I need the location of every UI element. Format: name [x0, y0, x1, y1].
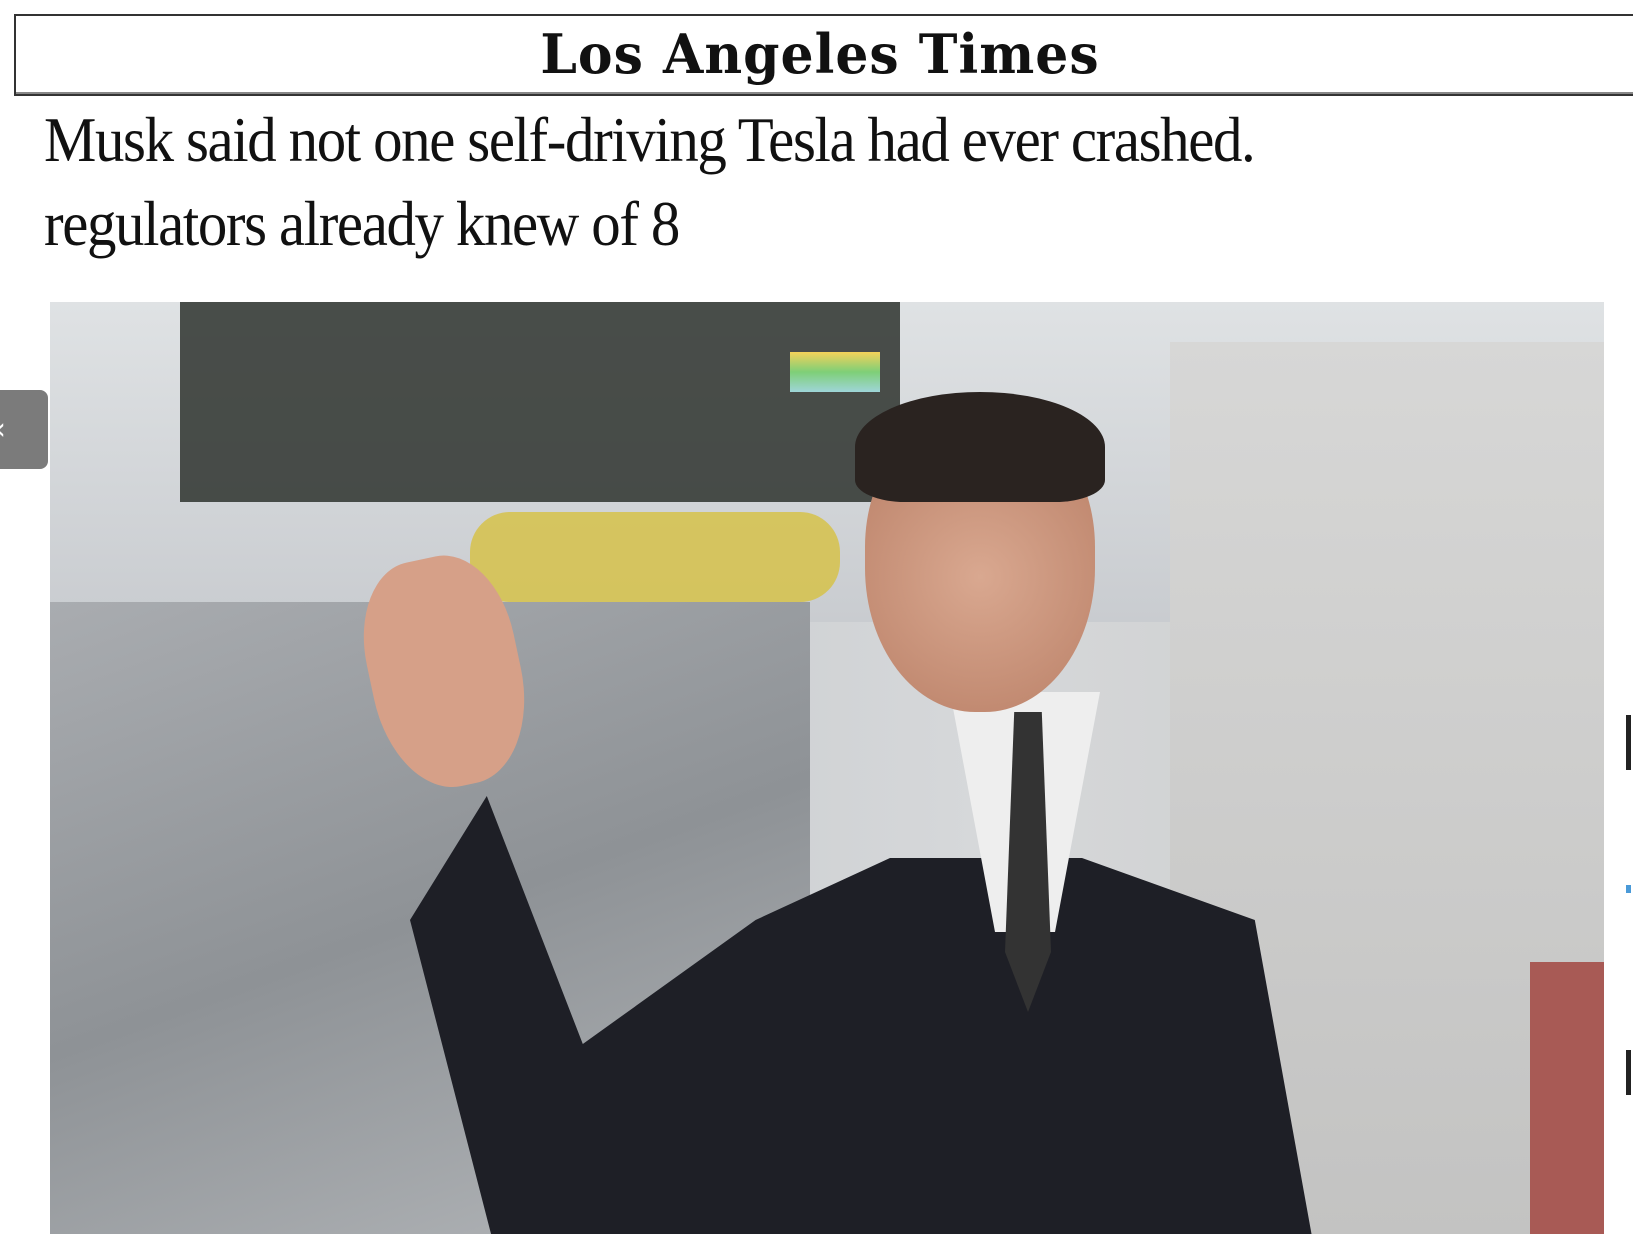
photo-robot-arm — [470, 512, 840, 602]
headline-line-1: Musk said not one self-driving Tesla had… — [44, 104, 1256, 175]
offscreen-content-edge — [1626, 715, 1633, 1095]
photo-indicator-light — [790, 352, 880, 392]
photo-person-hair — [855, 392, 1105, 502]
masthead: Los Angeles Times — [14, 14, 1633, 96]
article-headline: Musk said not one self-driving Tesla had… — [44, 98, 1507, 266]
newspaper-logo: Los Angeles Times — [540, 22, 1100, 87]
chevron-left-icon: ‹ — [0, 412, 6, 447]
headline-line-2: regulators already knew of 8 — [44, 188, 680, 259]
previous-button[interactable]: ‹ — [0, 390, 48, 469]
lead-photo — [50, 302, 1604, 1234]
photo-machinery — [180, 302, 900, 502]
photo-red-object — [1530, 962, 1604, 1234]
